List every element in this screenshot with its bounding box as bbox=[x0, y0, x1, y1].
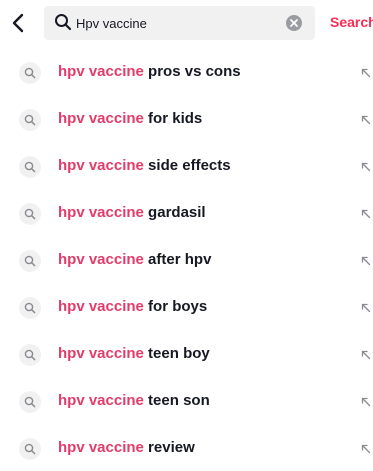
search-icon bbox=[24, 208, 36, 220]
back-button[interactable] bbox=[6, 10, 32, 36]
fill-query-button[interactable] bbox=[360, 348, 372, 360]
arrow-up-left-icon bbox=[361, 256, 371, 266]
arrow-up-left-icon bbox=[361, 397, 371, 407]
search-icon bbox=[24, 302, 36, 314]
suggestion-item[interactable]: hpv vaccine review bbox=[0, 424, 373, 471]
suggestion-item[interactable]: hpv vaccine side effects bbox=[0, 142, 373, 189]
suggestion-item[interactable]: hpv vaccine teen son bbox=[0, 377, 373, 424]
suggestion-item[interactable]: hpv vaccine pros vs cons bbox=[0, 48, 373, 95]
search-icon bbox=[55, 14, 72, 31]
fill-query-button[interactable] bbox=[360, 113, 372, 125]
clear-search-button[interactable] bbox=[286, 15, 302, 31]
fill-query-button[interactable] bbox=[360, 395, 372, 407]
suggestion-rest: pros vs cons bbox=[143, 63, 241, 80]
fill-query-button[interactable] bbox=[360, 301, 372, 313]
suggestion-search-icon-wrap bbox=[19, 203, 41, 225]
suggestion-text: hpv vaccine teen boy bbox=[58, 345, 210, 362]
suggestion-rest: for kids bbox=[143, 110, 203, 127]
search-header: Search bbox=[0, 0, 373, 44]
suggestion-text: hpv vaccine for kids bbox=[58, 110, 202, 127]
arrow-up-left-icon bbox=[361, 350, 371, 360]
suggestion-highlight: hpv vaccine bbox=[58, 439, 144, 456]
search-icon bbox=[24, 161, 36, 173]
suggestion-item[interactable]: hpv vaccine teen boy bbox=[0, 330, 373, 377]
search-icon bbox=[24, 255, 36, 267]
suggestion-rest: for boys bbox=[143, 298, 208, 315]
arrow-up-left-icon bbox=[361, 303, 371, 313]
suggestion-item[interactable]: hpv vaccine gardasil bbox=[0, 189, 373, 236]
search-bar[interactable] bbox=[44, 6, 315, 40]
arrow-up-left-icon bbox=[361, 444, 371, 454]
suggestion-text: hpv vaccine pros vs cons bbox=[58, 63, 241, 80]
suggestion-rest: side effects bbox=[143, 157, 231, 174]
suggestion-highlight: hpv vaccine bbox=[58, 110, 144, 127]
arrow-up-left-icon bbox=[361, 209, 371, 219]
suggestion-highlight: hpv vaccine bbox=[58, 63, 144, 80]
arrow-up-left-icon bbox=[361, 162, 371, 172]
suggestion-rest: teen boy bbox=[143, 345, 210, 362]
suggestion-highlight: hpv vaccine bbox=[58, 298, 144, 315]
suggestion-text: hpv vaccine after hpv bbox=[58, 251, 211, 268]
search-icon bbox=[24, 443, 36, 455]
suggestion-highlight: hpv vaccine bbox=[58, 392, 144, 409]
search-input[interactable] bbox=[76, 12, 276, 34]
suggestion-text: hpv vaccine gardasil bbox=[58, 204, 206, 221]
suggestion-list: hpv vaccine pros vs cons hpv vaccine for … bbox=[0, 48, 373, 471]
suggestion-search-icon-wrap bbox=[19, 344, 41, 366]
suggestion-search-icon-wrap bbox=[19, 109, 41, 131]
search-icon bbox=[24, 396, 36, 408]
suggestion-item[interactable]: hpv vaccine after hpv bbox=[0, 236, 373, 283]
suggestion-text: hpv vaccine for boys bbox=[58, 298, 207, 315]
suggestion-highlight: hpv vaccine bbox=[58, 251, 144, 268]
suggestion-search-icon-wrap bbox=[19, 156, 41, 178]
suggestion-highlight: hpv vaccine bbox=[58, 157, 144, 174]
suggestion-search-icon-wrap bbox=[19, 250, 41, 272]
suggestion-search-icon-wrap bbox=[19, 391, 41, 413]
fill-query-button[interactable] bbox=[360, 160, 372, 172]
fill-query-button[interactable] bbox=[360, 207, 372, 219]
clear-icon bbox=[290, 19, 298, 27]
search-icon bbox=[24, 67, 36, 79]
search-button[interactable]: Search bbox=[330, 14, 373, 30]
fill-query-button[interactable] bbox=[360, 442, 372, 454]
suggestion-rest: after hpv bbox=[143, 251, 212, 268]
suggestion-rest: review bbox=[143, 439, 195, 456]
arrow-up-left-icon bbox=[361, 115, 371, 125]
arrow-up-left-icon bbox=[361, 68, 371, 78]
fill-query-button[interactable] bbox=[360, 66, 372, 78]
fill-query-button[interactable] bbox=[360, 254, 372, 266]
suggestion-text: hpv vaccine teen son bbox=[58, 392, 210, 409]
suggestion-search-icon-wrap bbox=[19, 297, 41, 319]
suggestion-rest: gardasil bbox=[143, 204, 206, 221]
suggestion-highlight: hpv vaccine bbox=[58, 345, 144, 362]
suggestion-rest: teen son bbox=[143, 392, 210, 409]
suggestion-item[interactable]: hpv vaccine for kids bbox=[0, 95, 373, 142]
suggestion-text: hpv vaccine review bbox=[58, 439, 195, 456]
suggestion-item[interactable]: hpv vaccine for boys bbox=[0, 283, 373, 330]
suggestion-search-icon-wrap bbox=[19, 62, 41, 84]
search-icon bbox=[24, 349, 36, 361]
suggestion-text: hpv vaccine side effects bbox=[58, 157, 231, 174]
chevron-left-icon bbox=[12, 13, 24, 33]
search-icon bbox=[24, 114, 36, 126]
suggestion-highlight: hpv vaccine bbox=[58, 204, 144, 221]
